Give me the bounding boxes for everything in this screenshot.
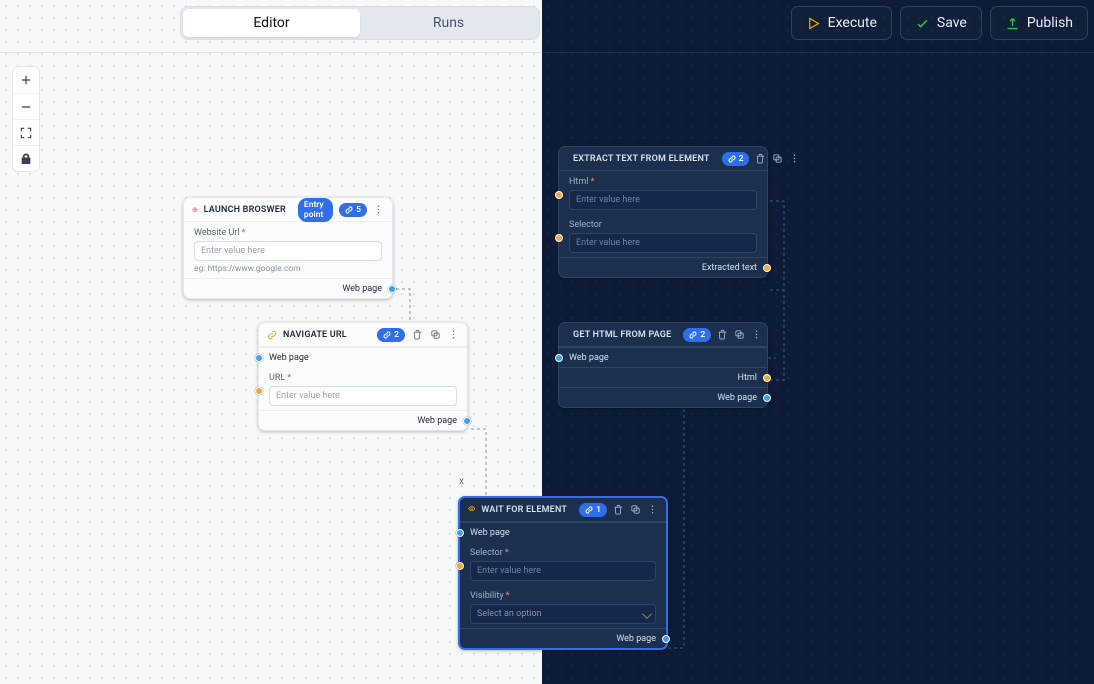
output-web-page: Web page <box>460 628 666 648</box>
node-menu-button[interactable] <box>447 329 459 341</box>
node-extract-text[interactable]: EXTRACT TEXT FROM ELEMENT 2 Html* Select… <box>558 146 768 278</box>
zoom-out-button[interactable] <box>13 93 39 119</box>
output-web-page: Web page <box>559 387 767 407</box>
copy-node-button[interactable] <box>429 329 441 341</box>
delete-node-button[interactable] <box>755 153 766 165</box>
credits-badge: 2 <box>377 328 405 342</box>
input-web-page: Web page <box>259 347 467 367</box>
delete-node-button[interactable] <box>613 504 624 516</box>
node-menu-button[interactable] <box>751 329 762 341</box>
node-header[interactable]: EXTRACT TEXT FROM ELEMENT 2 <box>559 147 767 171</box>
port-in-html[interactable] <box>555 191 563 199</box>
port-out-webpage[interactable] <box>463 417 471 425</box>
url-input[interactable] <box>269 386 457 406</box>
link-icon <box>267 330 277 340</box>
node-title: EXTRACT TEXT FROM ELEMENT <box>573 154 710 164</box>
lock-button[interactable] <box>13 145 39 171</box>
field-label: URL* <box>269 373 457 383</box>
port-in-url[interactable] <box>255 387 263 395</box>
delete-node-button[interactable] <box>717 329 728 341</box>
copy-node-button[interactable] <box>630 504 641 516</box>
minus-icon <box>19 100 33 114</box>
link-icon <box>689 331 697 339</box>
field-label: Visibility* <box>470 591 656 601</box>
delete-node-button[interactable] <box>411 329 423 341</box>
output-web-page: Web page <box>259 410 467 430</box>
toolbar-divider <box>0 52 1094 53</box>
port-in-webpage[interactable] <box>555 354 563 362</box>
field-url: URL* <box>259 367 467 410</box>
field-html: Html* <box>559 171 767 214</box>
field-label: Website Url* <box>194 228 382 238</box>
fit-view-button[interactable] <box>13 119 39 145</box>
port-out-webpage[interactable] <box>388 285 396 293</box>
port-in-selector[interactable] <box>555 234 563 242</box>
html-input[interactable] <box>569 190 757 210</box>
port-out-text[interactable] <box>763 264 771 272</box>
node-header[interactable]: NAVIGATE URL 2 <box>259 323 467 347</box>
port-in-selector[interactable] <box>456 562 464 570</box>
canvas[interactable]: LAUNCH BROSWER Entry point 5 Website Url… <box>0 0 1094 684</box>
link-icon <box>585 506 593 514</box>
entry-point-badge: Entry point <box>298 198 333 222</box>
zoom-in-button[interactable] <box>13 67 39 93</box>
selector-input[interactable] <box>569 233 757 253</box>
credits-badge: 2 <box>722 152 750 166</box>
input-web-page: Web page <box>460 522 666 542</box>
node-header[interactable]: GET HTML FROM PAGE 2 <box>559 323 767 347</box>
field-hint: eg: https://www.google.com <box>194 264 382 274</box>
eye-icon <box>468 505 475 515</box>
field-selector: Selector* <box>460 542 666 585</box>
node-title: NAVIGATE URL <box>283 330 347 340</box>
lock-icon <box>19 152 33 166</box>
copy-node-button[interactable] <box>734 329 745 341</box>
zoom-controls <box>12 66 40 172</box>
field-label: Html* <box>569 177 757 187</box>
link-icon <box>728 155 736 163</box>
output-html: Html <box>559 367 767 387</box>
port-in-webpage[interactable] <box>456 529 464 537</box>
plus-icon <box>19 73 33 87</box>
output-extracted-text: Extracted text <box>559 257 767 277</box>
node-header[interactable]: WAIT FOR ELEMENT 1 <box>460 498 666 522</box>
visibility-select[interactable]: Select an option <box>470 604 656 624</box>
node-menu-button[interactable] <box>647 504 658 516</box>
field-visibility: Visibility* Select an option <box>460 585 666 628</box>
credits-badge: 5 <box>339 203 367 217</box>
field-selector: Selector <box>559 214 767 257</box>
credits-badge: 1 <box>579 503 607 517</box>
copy-node-button[interactable] <box>772 153 783 165</box>
node-launch-browser[interactable]: LAUNCH BROSWER Entry point 5 Website Url… <box>183 197 393 299</box>
link-icon <box>383 331 391 339</box>
node-title: WAIT FOR ELEMENT <box>481 505 567 515</box>
delete-edge-button[interactable]: x <box>459 476 464 487</box>
field-label: Selector* <box>470 548 656 558</box>
port-out-html[interactable] <box>763 374 771 382</box>
node-wait-for-element[interactable]: WAIT FOR ELEMENT 1 Web page Selector* Vi… <box>458 496 668 650</box>
port-in-webpage[interactable] <box>255 354 263 362</box>
node-title: GET HTML FROM PAGE <box>573 330 671 340</box>
node-title: LAUNCH BROSWER <box>204 205 286 215</box>
node-get-html[interactable]: GET HTML FROM PAGE 2 Web page Html Web p… <box>558 322 768 408</box>
field-label: Selector <box>569 220 757 230</box>
credits-badge: 2 <box>683 328 711 342</box>
website-url-input[interactable] <box>194 241 382 261</box>
node-header[interactable]: LAUNCH BROSWER Entry point 5 <box>184 198 392 222</box>
node-menu-button[interactable] <box>373 204 384 216</box>
globe-icon <box>192 205 198 215</box>
selector-input[interactable] <box>470 561 656 581</box>
node-menu-button[interactable] <box>789 153 800 165</box>
port-out-webpage[interactable] <box>662 635 670 643</box>
node-navigate-url[interactable]: NAVIGATE URL 2 Web page URL* Web page <box>258 322 468 431</box>
output-web-page: Web page <box>184 278 392 298</box>
field-website-url: Website Url* eg: https://www.google.com <box>184 222 392 278</box>
port-out-webpage[interactable] <box>763 394 771 402</box>
input-web-page: Web page <box>559 347 767 367</box>
link-icon <box>345 206 353 214</box>
maximize-icon <box>19 126 33 140</box>
